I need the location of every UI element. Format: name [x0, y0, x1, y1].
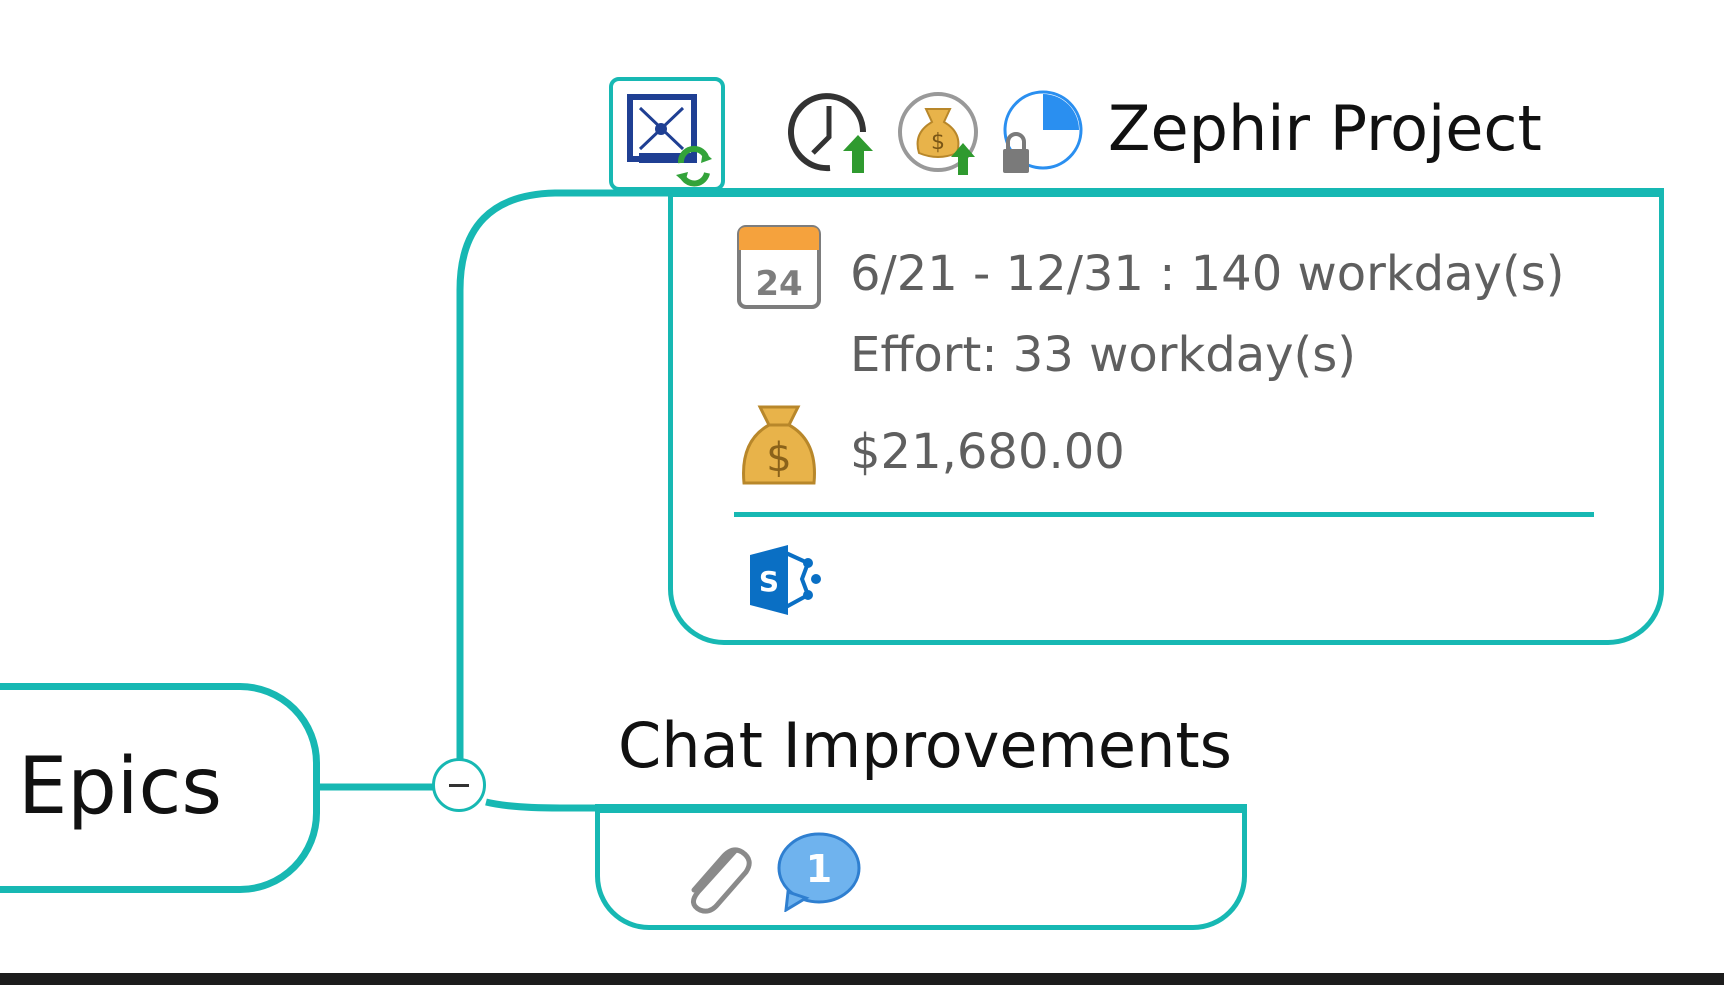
task-sync-icon — [627, 94, 712, 187]
paperclip-icon[interactable] — [676, 836, 752, 916]
topic-title-zephir: Zephir Project — [1108, 92, 1542, 165]
connector-to-chat — [485, 798, 600, 812]
date-range-text: 6/21 - 12/31 : 140 workday(s) — [850, 246, 1565, 302]
card-divider — [734, 512, 1594, 517]
schedule-up-icon — [788, 93, 873, 173]
progress-wedge — [1043, 94, 1079, 130]
effort-text: Effort: 33 workday(s) — [850, 327, 1356, 383]
root-topic-label: Epics — [18, 742, 222, 832]
svg-text:$: $ — [766, 435, 791, 481]
calendar-day-number: 24 — [755, 264, 802, 304]
comment-count-icon[interactable]: 1 — [774, 830, 864, 912]
comment-count: 1 — [806, 847, 832, 891]
collapse-toggle-button[interactable] — [432, 758, 486, 812]
lock-progress-icon — [1003, 90, 1083, 173]
cost-up-icon: $ — [898, 92, 978, 175]
sharepoint-icon[interactable]: S — [748, 543, 824, 617]
calendar-icon: 24 — [737, 225, 821, 309]
topic-title-chat: Chat Improvements — [618, 709, 1232, 782]
svg-text:S: S — [759, 565, 779, 598]
bottom-bar — [0, 973, 1724, 985]
connector-to-zephir — [456, 189, 668, 760]
task-icon-frame[interactable] — [609, 77, 725, 191]
svg-text:$: $ — [931, 130, 945, 155]
money-bag-icon: $ — [742, 405, 816, 485]
cost-text: $21,680.00 — [850, 424, 1125, 480]
